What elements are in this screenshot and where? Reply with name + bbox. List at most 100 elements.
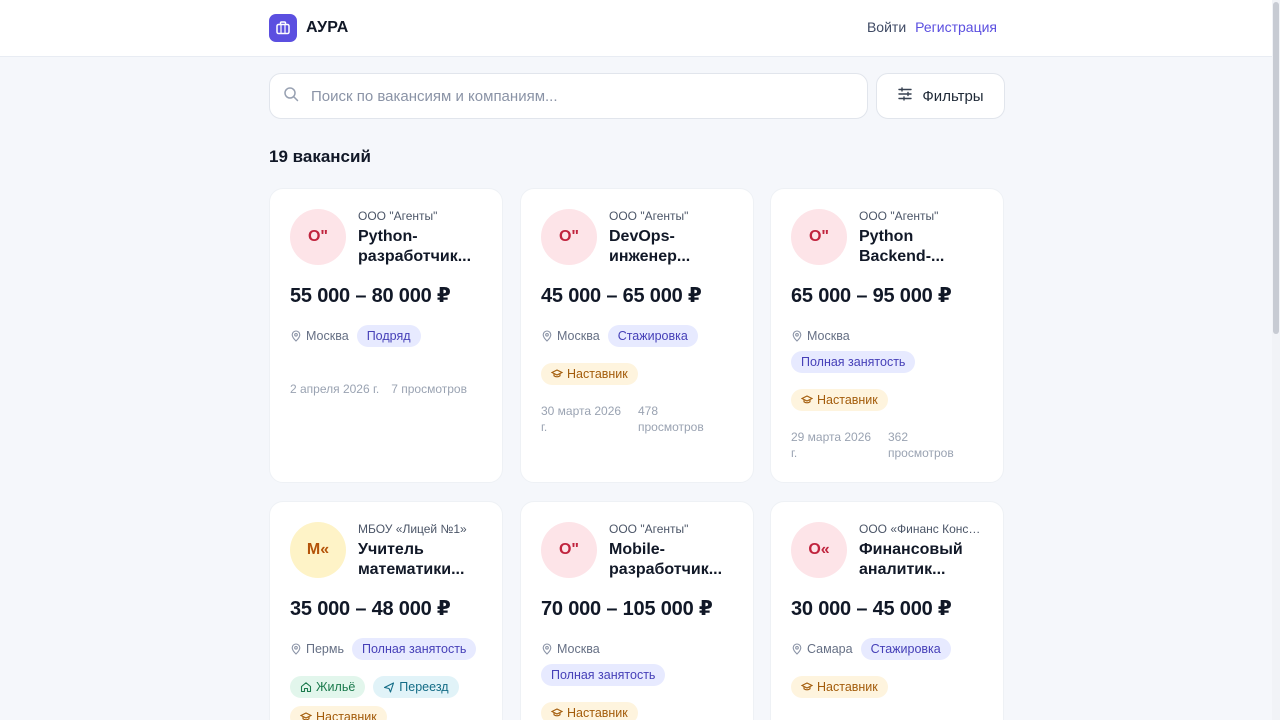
plane-icon bbox=[384, 682, 395, 693]
location: Москва bbox=[791, 325, 850, 347]
map-pin-icon bbox=[542, 643, 552, 655]
job-card[interactable]: О" ООО "Агенты" Python-разработчик... 55… bbox=[269, 188, 503, 483]
company-name: ООО «Финанс Консалт» bbox=[859, 522, 987, 536]
employment-badge: Стажировка bbox=[607, 325, 698, 347]
employment-badge: Полная занятость bbox=[541, 664, 666, 686]
map-pin-icon bbox=[792, 643, 802, 655]
company-avatar: О" bbox=[290, 209, 346, 265]
home-icon bbox=[300, 682, 312, 693]
housing-label: Жильё bbox=[316, 680, 356, 694]
mentor-badge: Наставник bbox=[290, 706, 387, 720]
card-stats: 2 апреля 2026 г. 7 просмотров bbox=[290, 381, 490, 397]
mentor-badge: Наставник bbox=[791, 389, 888, 411]
salary: 35 000 – 48 000 ₽ bbox=[290, 598, 451, 620]
location: Москва bbox=[541, 638, 600, 660]
company-name: ООО "Агенты" bbox=[609, 522, 689, 536]
login-link[interactable]: Войти bbox=[867, 19, 906, 35]
company-name: ООО "Агенты" bbox=[609, 209, 689, 223]
job-meta: Пермь Полная занятость Жильё Переезд Нас… bbox=[290, 638, 490, 720]
search-input[interactable] bbox=[311, 87, 851, 105]
register-link[interactable]: Регистрация bbox=[915, 19, 997, 35]
views-count: 7 просмотров bbox=[391, 382, 467, 396]
job-title[interactable]: Учитель математики... bbox=[358, 540, 488, 580]
job-card[interactable]: О" ООО "Агенты" DevOps-инженер... 45 000… bbox=[520, 188, 754, 483]
housing-badge: Жильё bbox=[290, 676, 366, 698]
map-pin-icon bbox=[792, 330, 802, 342]
search-icon bbox=[283, 86, 299, 107]
graduation-cap-icon bbox=[551, 708, 563, 717]
job-card[interactable]: О" ООО "Агенты" Python Backend-... 65 00… bbox=[770, 188, 1004, 483]
views-count: 478 просмотров bbox=[638, 404, 704, 434]
mentor-badge: Наставник bbox=[541, 363, 638, 385]
job-title[interactable]: Mobile-разработчик... bbox=[609, 540, 739, 580]
map-pin-icon bbox=[542, 330, 552, 342]
mentor-badge: Наставник bbox=[541, 702, 638, 720]
graduation-cap-icon bbox=[551, 369, 563, 378]
salary: 30 000 – 45 000 ₽ bbox=[791, 598, 952, 620]
map-pin-icon bbox=[291, 330, 301, 342]
sliders-icon bbox=[897, 86, 913, 106]
salary: 65 000 – 95 000 ₽ bbox=[791, 285, 952, 307]
mentor-label: Наставник bbox=[316, 710, 377, 720]
city-name: Самара bbox=[807, 642, 853, 656]
company-name: ООО "Агенты" bbox=[358, 209, 438, 223]
posted-date: 30 марта 2026 г. bbox=[541, 404, 622, 434]
job-title[interactable]: DevOps-инженер... bbox=[609, 227, 739, 267]
graduation-cap-icon bbox=[801, 682, 813, 691]
graduation-cap-icon bbox=[801, 395, 813, 404]
employment-badge: Подряд bbox=[356, 325, 421, 347]
job-title[interactable]: Python Backend-... bbox=[859, 227, 989, 267]
scrollbar-thumb[interactable] bbox=[1273, 2, 1279, 334]
filters-label: Фильтры bbox=[922, 87, 984, 105]
company-avatar: О" bbox=[541, 209, 597, 265]
job-title[interactable]: Финансовый аналитик... bbox=[859, 540, 989, 580]
page-scrollbar[interactable] bbox=[1272, 0, 1280, 720]
search-box[interactable] bbox=[269, 73, 868, 119]
posted-date: 2 апреля 2026 г. bbox=[290, 382, 380, 396]
salary: 55 000 – 80 000 ₽ bbox=[290, 285, 451, 307]
location: Самара bbox=[791, 638, 853, 660]
company-avatar: М« bbox=[290, 522, 346, 578]
job-card[interactable]: М« МБОУ «Лицей №1» Учитель математики...… bbox=[269, 501, 503, 720]
job-meta: Москва Подряд 2 апреля 2026 г. 7 просмот… bbox=[290, 325, 490, 397]
company-avatar: О" bbox=[541, 522, 597, 578]
brand-logo[interactable]: АУРА bbox=[269, 14, 349, 42]
mentor-label: Наставник bbox=[817, 393, 878, 407]
city-name: Пермь bbox=[306, 642, 344, 656]
job-meta: Самара Стажировка Наставник bbox=[791, 638, 991, 698]
employment-badge: Полная занятость bbox=[352, 638, 477, 660]
job-meta: Москва Полная занятость Наставник 29 мар… bbox=[791, 325, 991, 461]
city-name: Москва bbox=[807, 329, 850, 343]
city-name: Москва bbox=[306, 329, 349, 343]
card-stats: 29 марта 2026 г. 362 просмотров bbox=[791, 429, 991, 461]
job-card[interactable]: О« ООО «Финанс Консалт» Финансовый анали… bbox=[770, 501, 1004, 720]
city-name: Москва bbox=[557, 329, 600, 343]
job-meta: Москва Стажировка Наставник 30 марта 202… bbox=[541, 325, 741, 435]
brand-name: АУРА bbox=[306, 19, 349, 36]
company-name: ООО "Агенты" bbox=[859, 209, 939, 223]
map-pin-icon bbox=[291, 643, 301, 655]
mentor-label: Наставник bbox=[567, 367, 628, 381]
graduation-cap-icon bbox=[300, 712, 312, 720]
mentor-label: Наставник bbox=[817, 680, 878, 694]
relocation-badge: Переезд bbox=[373, 676, 459, 698]
location: Пермь bbox=[290, 638, 344, 660]
job-card[interactable]: О" ООО "Агенты" Mobile-разработчик... 70… bbox=[520, 501, 754, 720]
employment-badge: Стажировка bbox=[860, 638, 951, 660]
job-meta: Москва Полная занятость Наставник bbox=[541, 638, 741, 720]
salary: 45 000 – 65 000 ₽ bbox=[541, 285, 702, 307]
card-stats: 30 марта 2026 г. 478 просмотров bbox=[541, 403, 741, 435]
location: Москва bbox=[541, 325, 600, 347]
company-avatar: О" bbox=[791, 209, 847, 265]
company-name: МБОУ «Лицей №1» bbox=[358, 522, 467, 536]
mentor-badge: Наставник bbox=[791, 676, 888, 698]
salary: 70 000 – 105 000 ₽ bbox=[541, 598, 713, 620]
city-name: Москва bbox=[557, 642, 600, 656]
results-count: 19 вакансий bbox=[269, 147, 371, 166]
filters-button[interactable]: Фильтры bbox=[876, 73, 1005, 119]
posted-date: 29 марта 2026 г. bbox=[791, 430, 872, 460]
location: Москва bbox=[290, 325, 349, 347]
job-title[interactable]: Python-разработчик... bbox=[358, 227, 488, 267]
briefcase-icon bbox=[269, 14, 297, 42]
relocation-label: Переезд bbox=[399, 680, 449, 694]
